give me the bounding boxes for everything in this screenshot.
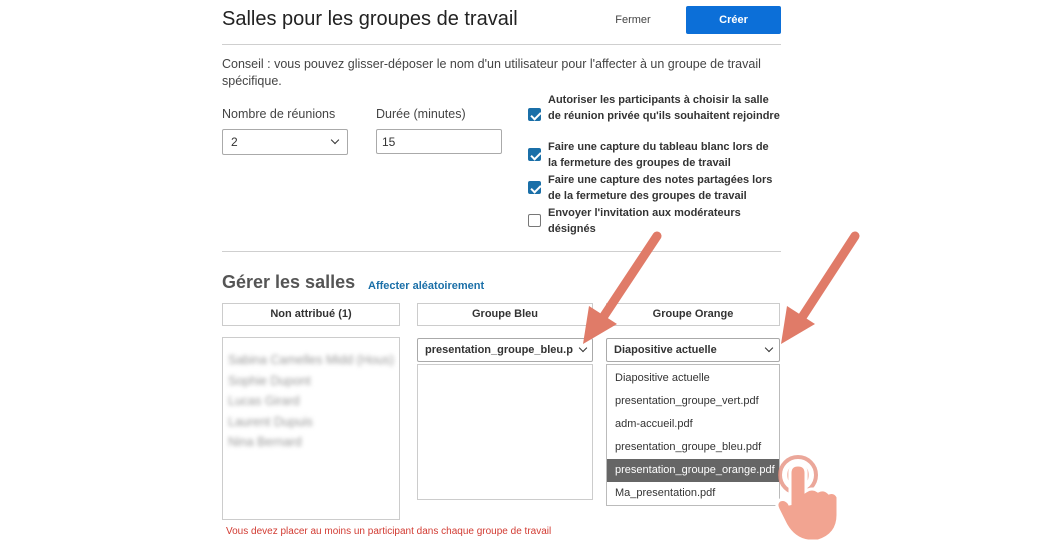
dropdown-option[interactable]: presentation_groupe_bleu.pdf: [607, 436, 779, 459]
blue-presentation-value: presentation_groupe_bleu.p: [425, 344, 573, 356]
create-button[interactable]: Créer: [686, 6, 781, 34]
error-message: Vous devez placer au moins un participan…: [226, 526, 552, 537]
column-blue-header: Groupe Bleu: [417, 303, 593, 326]
pointer-arrow-icon: [583, 231, 662, 344]
chevron-down-icon: [330, 135, 340, 145]
dropdown-option[interactable]: adm-accueil.pdf: [607, 413, 779, 436]
duration-label: Durée (minutes): [376, 107, 466, 121]
duration-input[interactable]: 15: [376, 129, 502, 154]
checkbox-unchecked[interactable]: [528, 214, 541, 227]
divider: [222, 44, 781, 45]
random-assign-link[interactable]: Affecter aléatoirement: [368, 280, 484, 292]
blue-presentation-select[interactable]: presentation_groupe_bleu.p: [417, 338, 593, 362]
tap-hand-icon: [775, 455, 838, 543]
duration-value: 15: [382, 135, 396, 149]
option-label: Faire une capture du tableau blanc lors …: [548, 141, 769, 169]
breakout-rooms-dialog: Salles pour les groupes de travail Ferme…: [222, 0, 782, 549]
meetings-count-value: 2: [231, 135, 238, 149]
blue-group-list[interactable]: [417, 364, 593, 500]
presentation-dropdown-list[interactable]: Diapositive actuelle presentation_groupe…: [606, 364, 780, 506]
dropdown-option[interactable]: Ma_presentation.pdf: [607, 482, 779, 505]
list-item[interactable]: Lucas Girard: [228, 391, 394, 412]
checkbox-checked[interactable]: [528, 148, 541, 161]
dropdown-option[interactable]: presentation_groupe_vert.pdf: [607, 390, 779, 413]
column-unassigned-header: Non attribué (1): [222, 303, 400, 326]
list-item[interactable]: Sabina Camelles Midd (Hous): [228, 350, 394, 371]
dialog-title: Salles pour les groupes de travail: [222, 8, 518, 30]
checkbox-checked[interactable]: [528, 181, 541, 194]
option-label: Autoriser les participants à choisir la …: [548, 94, 780, 122]
dropdown-option-highlighted[interactable]: presentation_groupe_orange.pdf: [607, 459, 779, 482]
option-label: Faire une capture des notes partagées lo…: [548, 174, 773, 202]
pointer-arrow-icon: [781, 231, 860, 344]
meetings-count-label: Nombre de réunions: [222, 107, 336, 121]
close-button[interactable]: Fermer: [602, 6, 664, 34]
chevron-down-icon: [764, 343, 774, 353]
tip-text: Conseil : vous pouvez glisser-déposer le…: [222, 57, 761, 88]
list-item[interactable]: Laurent Dupuis: [228, 412, 394, 433]
list-item[interactable]: Nina Bernard: [228, 432, 394, 453]
meetings-count-select[interactable]: 2: [222, 129, 348, 155]
divider: [222, 251, 781, 252]
unassigned-users: Sabina Camelles Midd (Hous) Sophie Dupon…: [228, 350, 394, 453]
dropdown-option[interactable]: Diapositive actuelle: [607, 367, 779, 390]
manage-rooms-title: Gérer les salles: [222, 272, 356, 292]
checkbox-checked[interactable]: [528, 108, 541, 121]
unassigned-users-list[interactable]: Sabina Camelles Midd (Hous) Sophie Dupon…: [222, 337, 400, 520]
list-item[interactable]: Sophie Dupont: [228, 371, 394, 392]
